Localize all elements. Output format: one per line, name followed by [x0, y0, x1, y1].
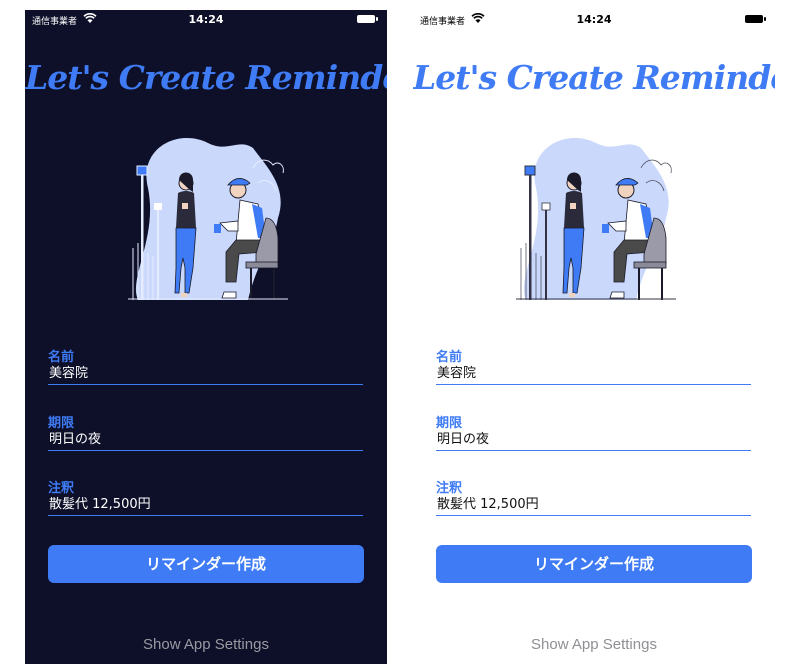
name-field-input[interactable]: 美容院 [436, 364, 751, 384]
deadline-field-input[interactable]: 明日の夜 [436, 430, 751, 450]
name-field-underline [436, 384, 751, 385]
couple-phones-illustration [516, 138, 676, 300]
name-field-input[interactable]: 美容院 [48, 364, 363, 384]
page-title: Let's Create Reminders. [413, 58, 775, 97]
note-field-label: 注釈 [48, 481, 75, 496]
note-field[interactable]: 注釈 散髪代 12,500円 [48, 477, 363, 516]
deadline-field-underline [436, 450, 751, 451]
name-field-underline [48, 384, 363, 385]
note-field[interactable]: 注釈 散髪代 12,500円 [436, 477, 751, 516]
deadline-field[interactable]: 期限 明日の夜 [48, 412, 363, 451]
status-time: 14:24 [576, 13, 612, 26]
show-app-settings-link[interactable]: Show App Settings [413, 636, 775, 653]
status-bar: 通信事業者 14:24 [413, 10, 775, 30]
deadline-field-label: 期限 [48, 416, 75, 431]
note-field-input[interactable]: 散髪代 12,500円 [436, 495, 751, 515]
name-field[interactable]: 名前 美容院 [436, 346, 751, 385]
battery-icon [745, 15, 766, 23]
note-field-input[interactable]: 散髪代 12,500円 [48, 495, 363, 515]
create-reminder-button[interactable]: リマインダー作成 [48, 545, 364, 583]
note-field-underline [436, 515, 751, 516]
couple-phones-illustration [128, 138, 288, 300]
deadline-field-input[interactable]: 明日の夜 [48, 430, 363, 450]
deadline-field-label: 期限 [436, 416, 463, 431]
phone-screen-dark: 通信事業者 14:24 Let's Create Reminders. [25, 10, 387, 664]
name-field-label: 名前 [48, 350, 75, 365]
deadline-field[interactable]: 期限 明日の夜 [436, 412, 751, 451]
status-time: 14:24 [188, 13, 224, 26]
page-title: Let's Create Reminders. [25, 58, 387, 97]
note-field-underline [48, 515, 363, 516]
note-field-label: 注釈 [436, 481, 463, 496]
deadline-field-underline [48, 450, 363, 451]
status-bar: 通信事業者 14:24 [25, 10, 387, 30]
show-app-settings-link[interactable]: Show App Settings [25, 636, 387, 653]
name-field[interactable]: 名前 美容院 [48, 346, 363, 385]
battery-icon [357, 15, 378, 23]
phone-screen-light: 通信事業者 14:24 Let's Create Reminders. [413, 10, 775, 664]
name-field-label: 名前 [436, 350, 463, 365]
create-reminder-button[interactable]: リマインダー作成 [436, 545, 752, 583]
